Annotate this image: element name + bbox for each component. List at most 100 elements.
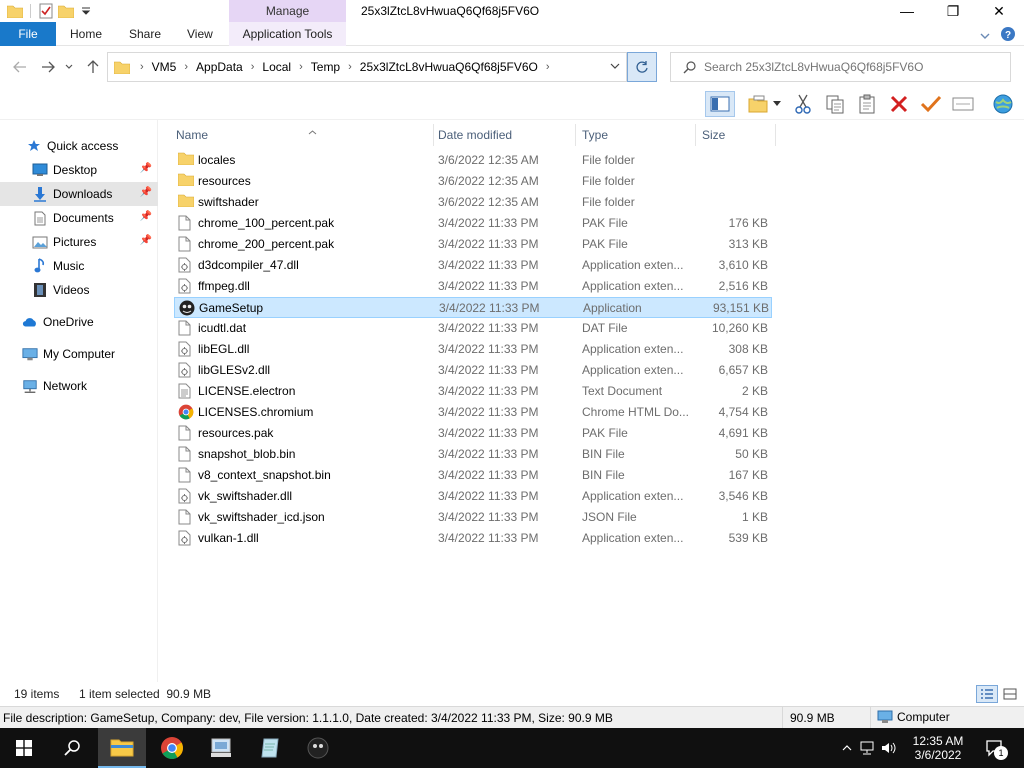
pin-icon[interactable]: 📌 (140, 211, 152, 222)
breadcrumb-separator-icon[interactable]: › (348, 61, 352, 73)
network-globe-button[interactable] (990, 91, 1016, 117)
close-button[interactable]: ✕ (976, 0, 1022, 22)
file-row[interactable]: vk_swiftshader_icd.json 3/4/2022 11:33 PM… (174, 507, 772, 528)
file-row[interactable]: locales 3/6/2022 12:35 AM File folder (174, 150, 772, 171)
recent-locations-button[interactable] (62, 58, 76, 76)
arrow-right-icon (42, 61, 55, 73)
folder-icon[interactable] (6, 3, 24, 19)
details-view-button[interactable] (976, 685, 998, 703)
forward-button[interactable] (38, 58, 58, 76)
file-row[interactable]: resources.pak 3/4/2022 11:33 PM PAK File 4,… (174, 423, 772, 444)
file-row[interactable]: swiftshader 3/6/2022 12:35 AM File folder (174, 192, 772, 213)
file-row[interactable]: libGLESv2.dll 3/4/2022 11:33 PM Applicatio… (174, 360, 772, 381)
breadcrumb-temp[interactable]: Temp (311, 60, 340, 74)
address-history-dropdown-icon[interactable] (610, 61, 620, 72)
file-row[interactable]: vulkan-1.dll 3/4/2022 11:33 PM Application… (174, 528, 772, 549)
file-size: 539 KB (728, 531, 768, 545)
file-row[interactable]: v8_context_snapshot.bin 3/4/2022 11:33 PM… (174, 465, 772, 486)
chrome-taskbar-button[interactable] (148, 728, 196, 768)
address-bar[interactable]: › VM5 › AppData › Local › Temp › 25x3lZt… (107, 52, 627, 82)
file-row[interactable]: resources 3/6/2022 12:35 AM File folder (174, 171, 772, 192)
breadcrumb-separator-icon[interactable]: › (184, 61, 188, 73)
copy-button[interactable] (822, 91, 848, 117)
network-tray-icon[interactable] (856, 741, 878, 755)
delete-button[interactable] (886, 91, 912, 117)
file-icon (178, 215, 194, 231)
paste-button[interactable] (854, 91, 880, 117)
breadcrumb-vm5[interactable]: VM5 (152, 60, 177, 74)
sidebar-item-pictures[interactable]: Pictures 📌 (0, 230, 158, 254)
column-header-size[interactable]: Size (696, 124, 776, 146)
breadcrumb-current-folder[interactable]: 25x3lZtcL8vHwuaQ6Qf68j5FV6O (360, 60, 538, 74)
file-row[interactable]: d3dcompiler_47.dll 3/4/2022 11:33 PM Appli… (174, 255, 772, 276)
notepad-taskbar-button[interactable] (246, 728, 294, 768)
file-row[interactable]: icudtl.dat 3/4/2022 11:33 PM DAT File 10,26… (174, 318, 772, 339)
back-button[interactable] (10, 58, 30, 76)
refresh-button[interactable] (627, 52, 657, 82)
file-row[interactable]: GameSetup 3/4/2022 11:33 PM Application 93,… (174, 297, 772, 318)
sidebar-item-music[interactable]: Music (0, 254, 158, 278)
file-name: vk_swiftshader.dll (198, 489, 293, 503)
column-header-type[interactable]: Type (576, 124, 696, 146)
sidebar-item-network[interactable]: Network (0, 374, 158, 398)
file-row[interactable]: LICENSES.chromium 3/4/2022 11:33 PM Chrome… (174, 402, 772, 423)
pin-icon[interactable]: 📌 (140, 235, 152, 246)
breadcrumb-separator-icon[interactable]: › (140, 61, 144, 73)
sidebar-item-desktop[interactable]: Desktop 📌 (0, 158, 158, 182)
game-setup-taskbar-button[interactable] (294, 728, 342, 768)
expand-ribbon-icon[interactable] (980, 29, 990, 43)
file-row[interactable]: ffmpeg.dll 3/4/2022 11:33 PM Application e… (174, 276, 772, 297)
sidebar-item-quick-access[interactable]: Quick access (0, 134, 158, 158)
properties-icon[interactable] (37, 3, 55, 19)
help-icon[interactable]: ? (1000, 26, 1016, 45)
customize-qat-dropdown-icon[interactable] (77, 3, 95, 19)
breadcrumb-separator-icon[interactable]: › (251, 61, 255, 73)
app-taskbar-button[interactable] (197, 728, 245, 768)
clock[interactable]: 12:35 AM 3/6/2022 (906, 728, 970, 768)
sidebar-item-onedrive[interactable]: OneDrive (0, 310, 158, 334)
file-row[interactable]: chrome_200_percent.pak 3/4/2022 11:33 PM P… (174, 234, 772, 255)
breadcrumb-appdata[interactable]: AppData (196, 60, 243, 74)
sidebar-item-my-computer[interactable]: My Computer (0, 342, 158, 366)
properties-button[interactable] (950, 91, 976, 117)
sidebar-item-videos[interactable]: Videos (0, 278, 158, 302)
new-folder-icon[interactable] (57, 3, 75, 19)
breadcrumb-separator-icon[interactable]: › (299, 61, 303, 73)
minimize-button[interactable]: — (884, 0, 930, 22)
file-row[interactable]: chrome_100_percent.pak 3/4/2022 11:33 PM P… (174, 213, 772, 234)
start-button[interactable] (0, 728, 48, 768)
column-header-date[interactable]: Date modified (432, 124, 576, 146)
file-row[interactable]: vk_swiftshader.dll 3/4/2022 11:33 PM Appli… (174, 486, 772, 507)
new-item-dropdown[interactable] (770, 91, 784, 117)
tab-view[interactable]: View (187, 22, 213, 46)
new-item-button[interactable] (745, 91, 771, 117)
tab-home[interactable]: Home (70, 22, 102, 46)
search-input[interactable] (704, 60, 994, 74)
file-row[interactable]: libEGL.dll 3/4/2022 11:33 PM Application e… (174, 339, 772, 360)
file-explorer-taskbar-button[interactable] (98, 728, 146, 768)
search-box[interactable] (670, 52, 1011, 82)
sidebar-item-downloads[interactable]: Downloads 📌 (0, 182, 158, 206)
rename-button[interactable] (918, 91, 944, 117)
tab-application-tools[interactable]: Application Tools (229, 22, 346, 46)
up-button[interactable] (83, 58, 103, 76)
file-row[interactable]: LICENSE.electron 3/4/2022 11:33 PM Text Do… (174, 381, 772, 402)
cut-button[interactable] (790, 91, 816, 117)
manage-contextual-tab[interactable]: Manage (229, 0, 346, 22)
tab-file[interactable]: File (0, 22, 56, 46)
tab-share[interactable]: Share (129, 22, 161, 46)
breadcrumb-local[interactable]: Local (262, 60, 291, 74)
search-taskbar-button[interactable] (48, 728, 96, 768)
breadcrumb-separator-icon[interactable]: › (546, 61, 550, 73)
preview-pane-button[interactable] (705, 91, 735, 117)
show-hidden-icons-button[interactable] (838, 745, 856, 751)
volume-icon[interactable] (878, 741, 900, 755)
action-center-button[interactable]: 1 (980, 728, 1010, 768)
large-icons-view-button[interactable] (1000, 685, 1020, 703)
pin-icon[interactable]: 📌 (140, 187, 152, 198)
column-header-name[interactable]: Name (170, 124, 434, 146)
sidebar-item-documents[interactable]: Documents 📌 (0, 206, 158, 230)
maximize-button[interactable]: ❐ (930, 0, 976, 22)
pin-icon[interactable]: 📌 (140, 163, 152, 174)
file-row[interactable]: snapshot_blob.bin 3/4/2022 11:33 PM BIN Fi… (174, 444, 772, 465)
